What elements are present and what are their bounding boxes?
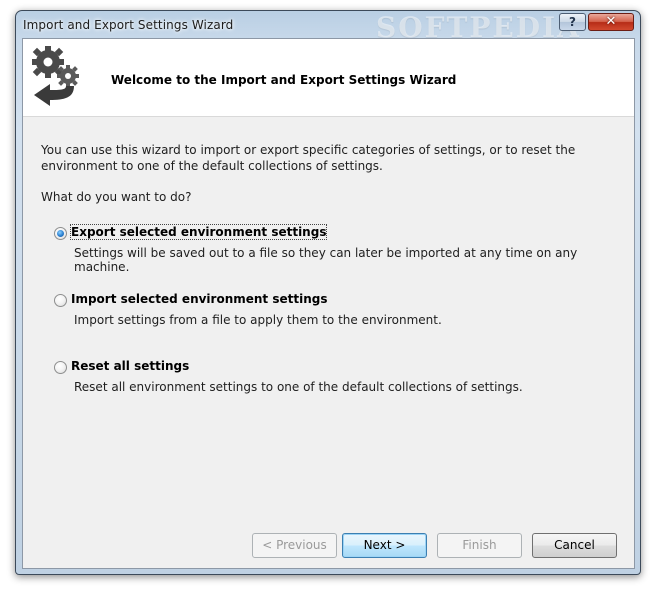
cancel-button-label: Cancel [554, 538, 595, 552]
wizard-window: Import and Export Settings Wizard SOFTPE… [15, 10, 641, 575]
import-settings-radio[interactable] [54, 294, 67, 307]
help-icon: ? [569, 15, 576, 29]
title-bar[interactable]: Import and Export Settings Wizard SOFTPE… [16, 11, 640, 44]
window-title: Import and Export Settings Wizard [23, 18, 234, 32]
intro-text: You can use this wizard to import or exp… [41, 143, 576, 173]
reset-settings-label[interactable]: Reset all settings [71, 359, 189, 373]
wizard-header: Welcome to the Import and Export Setting… [23, 39, 634, 117]
gears-arrow-icon [32, 46, 79, 106]
export-settings-description: Settings will be saved out to a file so … [74, 246, 578, 274]
wizard-header-title: Welcome to the Import and Export Setting… [111, 73, 457, 87]
export-settings-label[interactable]: Export selected environment settings [69, 224, 328, 240]
close-button[interactable]: ✕ [588, 13, 634, 31]
import-settings-label[interactable]: Import selected environment settings [71, 292, 328, 306]
previous-button-label: < Previous [262, 538, 327, 552]
cancel-button[interactable]: Cancel [532, 533, 617, 558]
previous-button[interactable]: < Previous [252, 533, 337, 558]
question-text: What do you want to do? [41, 190, 192, 204]
wizard-client-area: Welcome to the Import and Export Setting… [22, 38, 635, 569]
close-icon: ✕ [605, 14, 617, 29]
export-settings-radio[interactable] [54, 227, 67, 240]
import-settings-description: Import settings from a file to apply the… [74, 313, 442, 327]
help-button[interactable]: ? [559, 13, 586, 31]
next-button-label: Next > [363, 538, 406, 552]
next-button[interactable]: Next > [342, 533, 427, 558]
finish-button[interactable]: Finish [437, 533, 522, 558]
reset-settings-description: Reset all environment settings to one of… [74, 380, 523, 394]
finish-button-label: Finish [462, 538, 497, 552]
reset-settings-radio[interactable] [54, 361, 67, 374]
